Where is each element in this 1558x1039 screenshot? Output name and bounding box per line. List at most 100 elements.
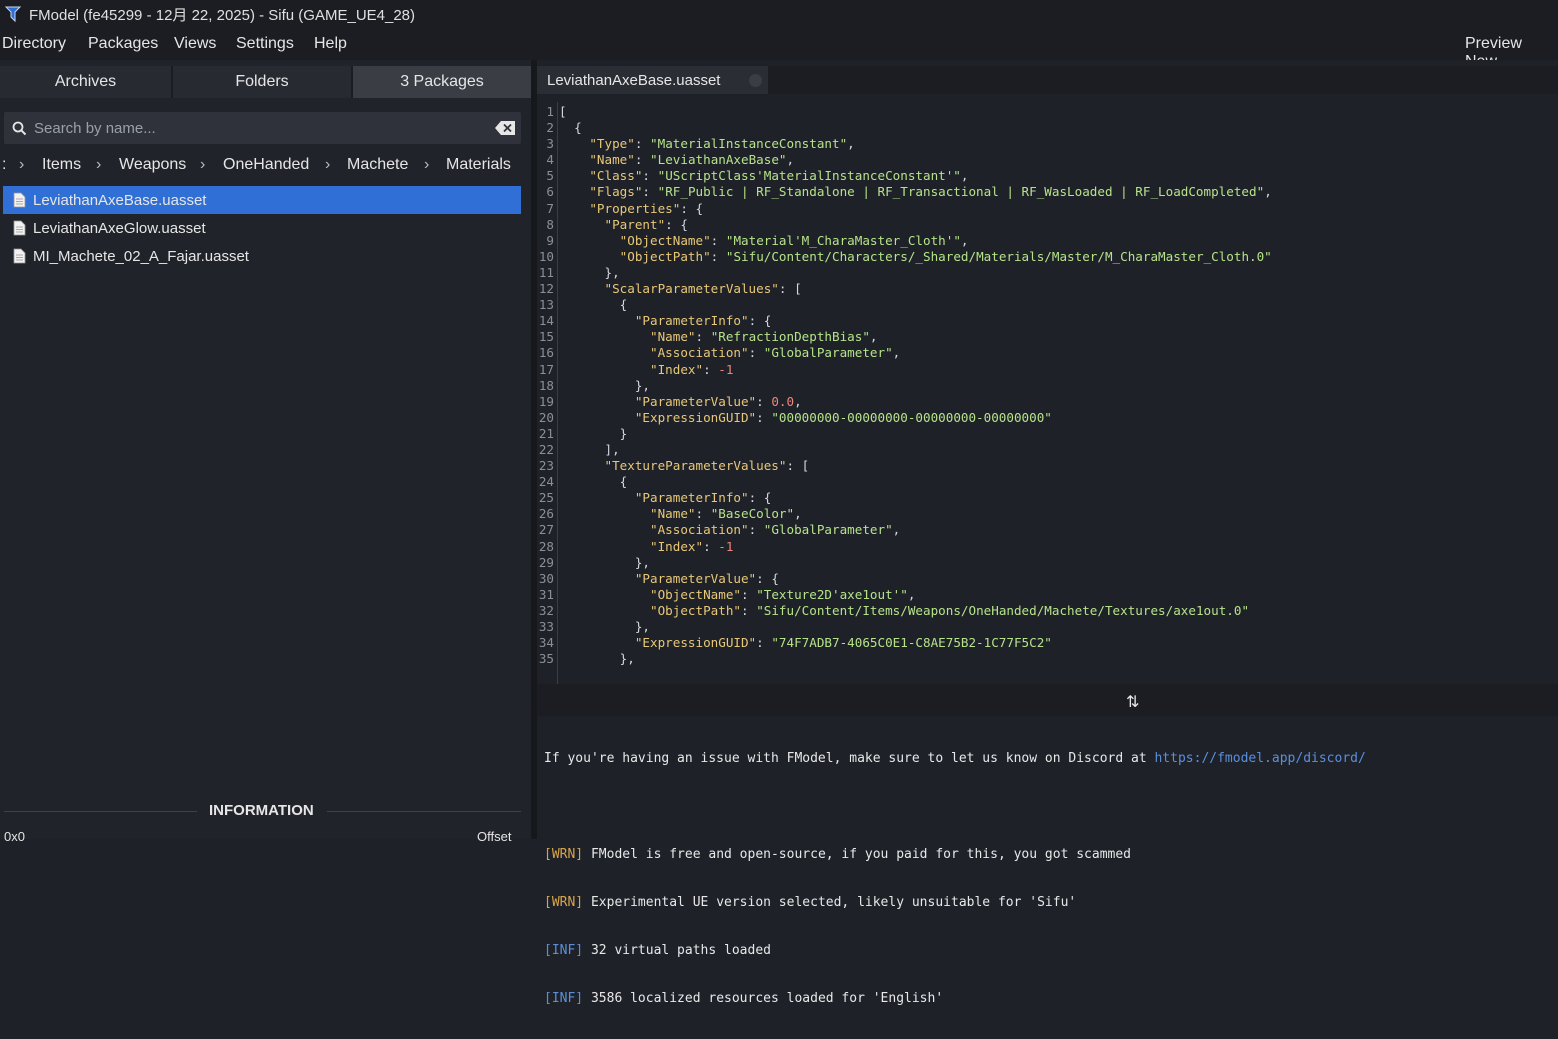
file-item[interactable]: LeviathanAxeGlow.uasset <box>3 214 521 242</box>
line-number: 21 <box>538 425 554 441</box>
code-line: { <box>619 297 628 313</box>
tab-folders[interactable]: Folders <box>173 66 353 98</box>
line-number: 30 <box>538 570 554 586</box>
gutter-divider <box>557 102 558 722</box>
file-item[interactable]: MI_Machete_02_A_Fajar.uasset <box>3 242 521 270</box>
menu-settings[interactable]: Settings <box>236 35 294 53</box>
search-box <box>4 112 521 144</box>
menu-directory[interactable]: Directory <box>2 35 66 53</box>
code-line: "Index": -1 <box>650 361 734 377</box>
log-text: 32 virtual paths loaded <box>583 943 771 958</box>
swap-arrows-icon[interactable]: ⇅ <box>1126 692 1139 712</box>
code-line: "ScalarParameterValues": [ <box>604 281 802 297</box>
line-number: 25 <box>538 490 554 506</box>
explorer-tabs: Archives Folders 3 Packages <box>0 66 531 98</box>
menu-views[interactable]: Views <box>174 35 216 53</box>
file-list: LeviathanAxeBase.uasset LeviathanAxeGlow… <box>3 186 521 270</box>
code-line: }, <box>634 619 651 634</box>
log-level: [WRN] <box>544 895 584 910</box>
code-line: "Parent": { <box>604 216 688 232</box>
menu-packages[interactable]: Packages <box>88 35 158 53</box>
code-line: "ParameterInfo": { <box>634 490 772 506</box>
line-number: 32 <box>538 602 554 618</box>
clear-search-icon[interactable] <box>495 121 515 135</box>
code-line: "Class": "UScriptClass'MaterialInstanceC… <box>589 168 969 184</box>
log-text: 3586 localized resources loaded for 'Eng… <box>583 991 944 1006</box>
code-line: { <box>619 474 628 490</box>
line-number: 12 <box>538 281 554 297</box>
code-line: "Type": "MaterialInstanceConstant", <box>589 136 855 152</box>
code-line: "ParameterValue": { <box>634 570 779 586</box>
code-line: "ExpressionGUID": "74F7ADB7-4065C0E1-C8A… <box>634 635 1052 651</box>
code-line: "Flags": "RF_Public | RF_Standalone | RF… <box>589 184 1272 200</box>
file-icon <box>13 220 26 236</box>
code-line: "Name": "LeviathanAxeBase", <box>589 152 795 168</box>
code-content: [ { "Type": "MaterialInstanceConstant", … <box>559 104 1272 667</box>
code-line: "ObjectPath": "Sifu/Content/Items/Weapon… <box>650 602 1250 618</box>
code-line: } <box>619 425 628 441</box>
line-number: 19 <box>538 393 554 409</box>
document-panel: LeviathanAxeBase.uasset 1 2 3 4 5 6 7 8 9 10 11 12 1… <box>537 60 1558 1006</box>
line-number: 29 <box>538 554 554 570</box>
document-tab[interactable]: LeviathanAxeBase.uasset <box>537 66 768 94</box>
line-number: 24 <box>538 474 554 490</box>
log-line: If you're having an issue with FModel, m… <box>544 751 1558 767</box>
tab-packages[interactable]: 3 Packages <box>353 66 531 98</box>
breadcrumb-weapons[interactable]: Weapons <box>119 156 186 174</box>
log-level: [WRN] <box>544 847 584 862</box>
code-line: }, <box>634 554 651 570</box>
line-number: 15 <box>538 329 554 345</box>
search-input[interactable] <box>34 112 484 144</box>
breadcrumb-onehanded[interactable]: OneHanded <box>223 156 309 174</box>
json-editor[interactable]: 1 2 3 4 5 6 7 8 9 10 11 12 13 14 15 16 17 18 19 20 21 22 23 24 2… <box>537 98 1558 724</box>
discord-link[interactable]: https://fmodel.app/discord/ <box>1154 751 1365 766</box>
code-line: "Association": "GlobalParameter", <box>650 522 901 538</box>
code-line: "ObjectPath": "Sifu/Content/Characters/_… <box>619 248 1272 264</box>
line-number: 34 <box>538 635 554 651</box>
close-tab-icon[interactable] <box>749 74 762 87</box>
code-line: "ParameterInfo": { <box>634 313 772 329</box>
line-number: 27 <box>538 522 554 538</box>
breadcrumb-materials[interactable]: Materials <box>446 156 511 174</box>
chevron-right-icon: › <box>96 156 102 173</box>
file-item[interactable]: LeviathanAxeBase.uasset <box>3 186 521 214</box>
breadcrumb-root[interactable]: : <box>2 156 6 174</box>
breadcrumb-machete[interactable]: Machete <box>347 156 408 174</box>
line-number: 2 <box>546 120 554 136</box>
information-label: INFORMATION <box>209 802 314 819</box>
log-blank-line <box>544 799 1558 815</box>
log-splitter[interactable]: ⇅ <box>537 684 1558 716</box>
line-number: 1 <box>546 104 554 119</box>
chevron-right-icon: › <box>19 156 25 173</box>
document-tab-label: LeviathanAxeBase.uasset <box>547 71 721 89</box>
code-line: { <box>574 120 582 136</box>
line-number: 13 <box>538 297 554 313</box>
file-name: LeviathanAxeBase.uasset <box>33 191 207 209</box>
line-number: 8 <box>546 216 554 232</box>
line-numbers: 1 2 3 4 5 6 7 8 9 10 11 12 13 14 15 16 17 18 19 20 21 22 23 24 2… <box>537 104 554 667</box>
breadcrumb: : › Items › Weapons › OneHanded › Machet… <box>0 156 531 178</box>
line-number: 26 <box>538 506 554 522</box>
code-line: "TextureParameterValues": [ <box>604 458 810 474</box>
code-line: }, <box>634 377 651 393</box>
file-icon <box>13 192 26 208</box>
file-name: MI_Machete_02_A_Fajar.uasset <box>33 247 249 265</box>
chevron-right-icon: › <box>200 156 206 173</box>
line-number: 35 <box>538 651 554 667</box>
fmodel-app-icon <box>4 6 22 23</box>
code-line: "ParameterValue": 0.0, <box>634 393 802 409</box>
line-number: 10 <box>538 248 554 264</box>
line-number: 4 <box>546 152 554 168</box>
info-offset: Offset <box>477 829 512 844</box>
log-line: [WRN] FModel is free and open-source, if… <box>544 847 1558 863</box>
line-number: 9 <box>546 232 554 248</box>
line-number: 17 <box>538 361 554 377</box>
tab-archives[interactable]: Archives <box>0 66 173 98</box>
title-bar: FModel (fe45299 - 12月 22, 2025) - Sifu (… <box>0 0 1558 28</box>
log-level: [INF] <box>544 943 584 958</box>
breadcrumb-items[interactable]: Items <box>42 156 81 174</box>
log-text: Experimental UE version selected, likely… <box>583 895 1077 910</box>
code-line: "Index": -1 <box>650 538 734 554</box>
line-number: 6 <box>546 184 554 200</box>
menu-help[interactable]: Help <box>314 35 347 53</box>
